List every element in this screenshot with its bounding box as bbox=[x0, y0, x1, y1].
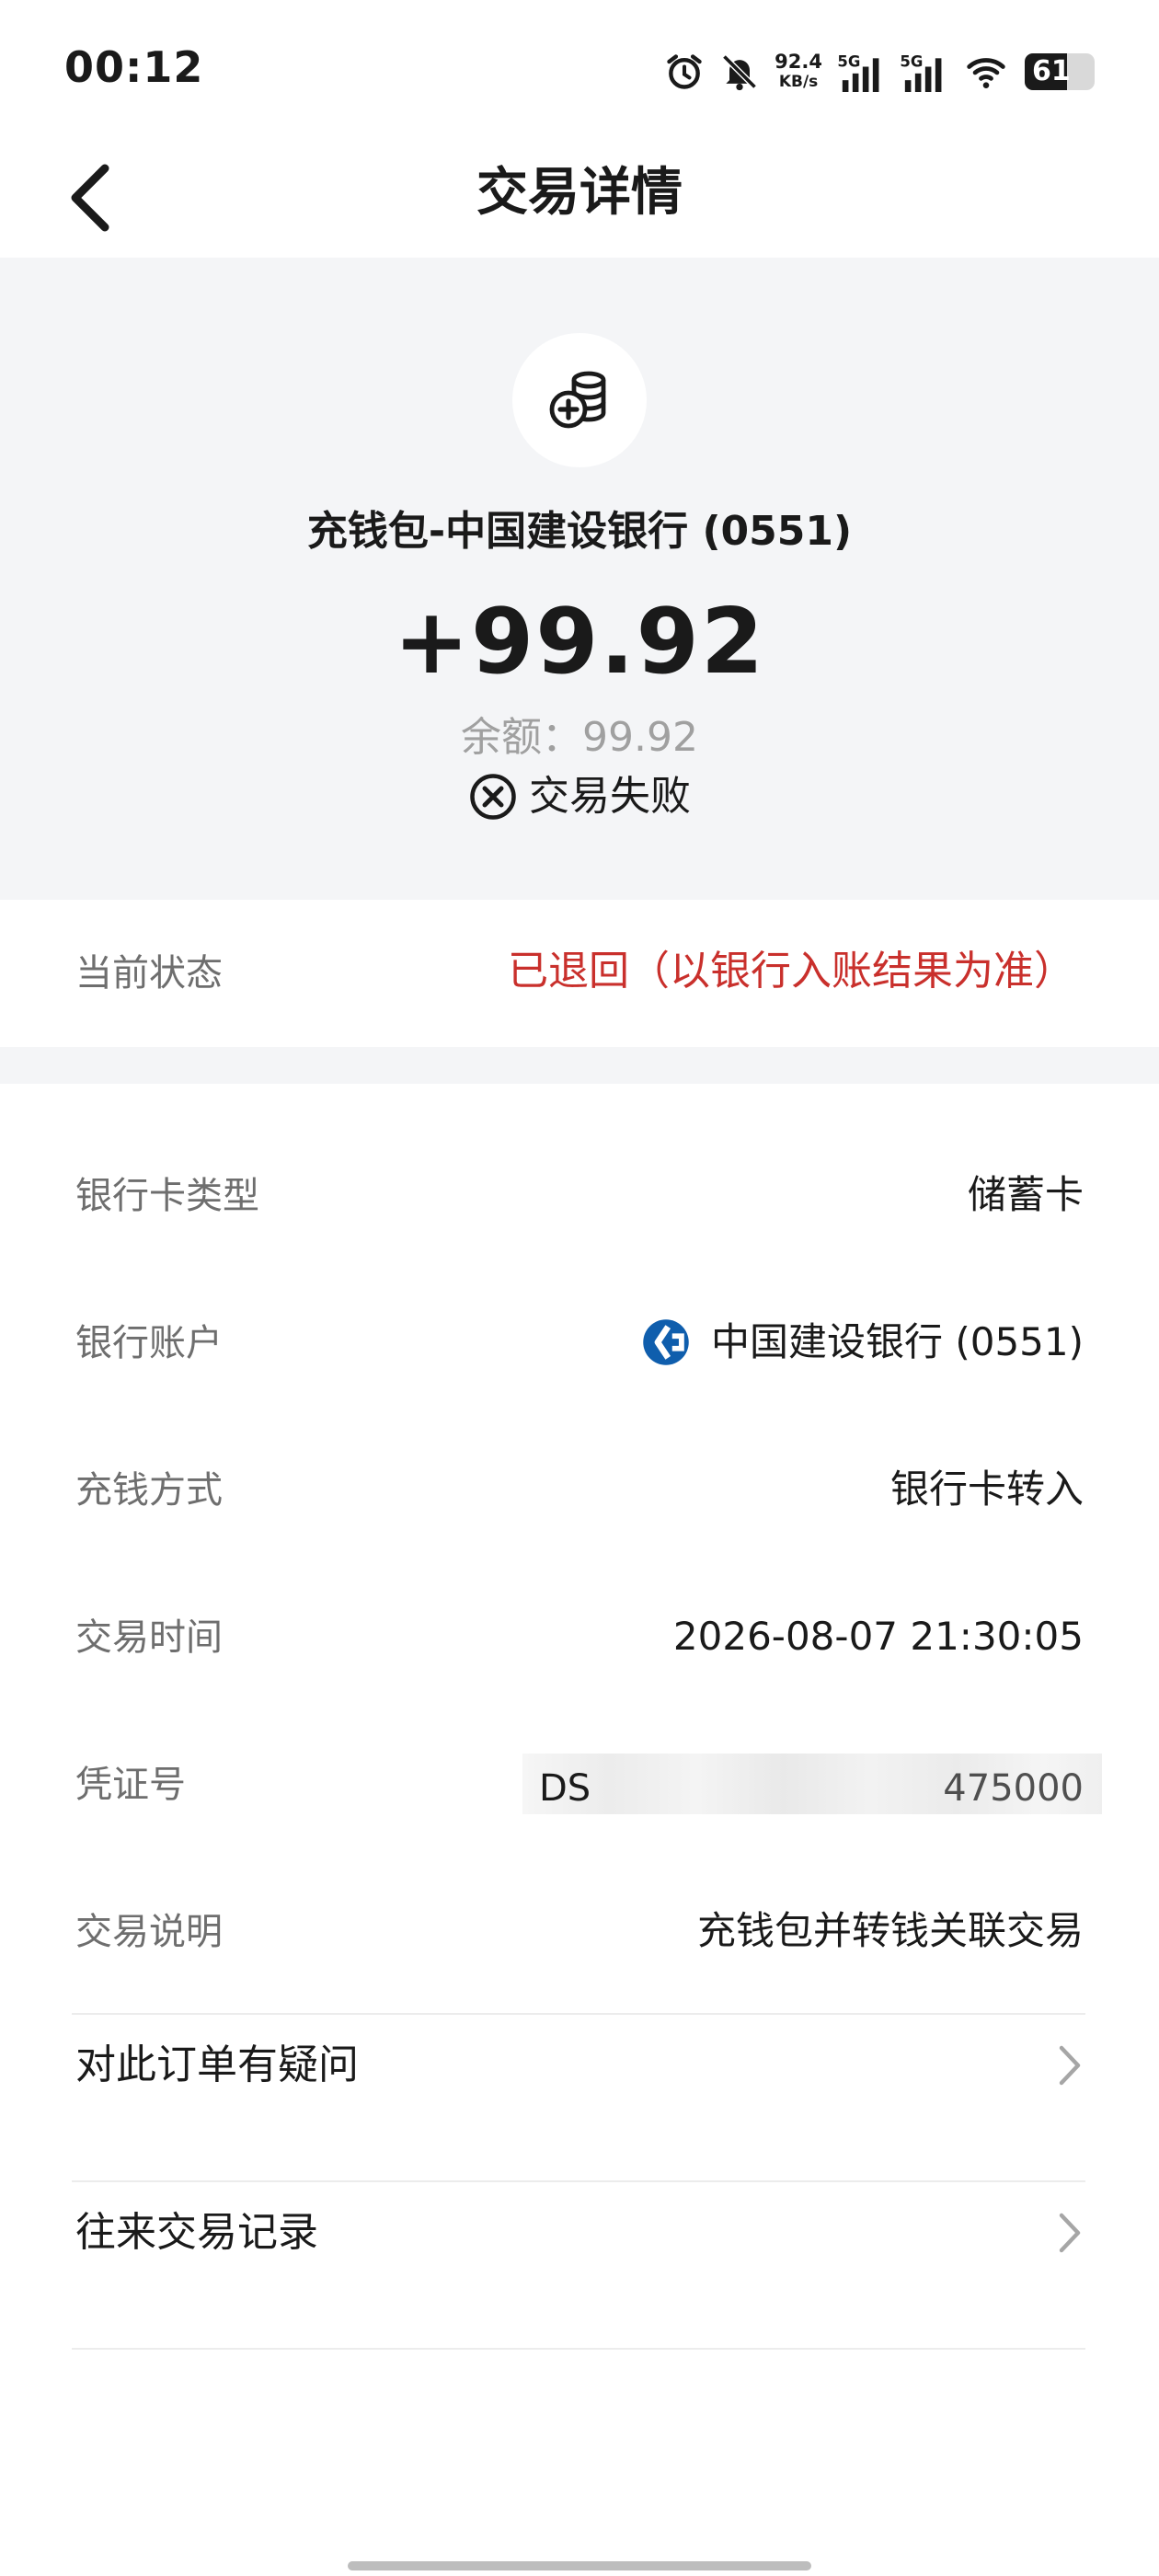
signal-label: 5G bbox=[837, 53, 860, 71]
detail-value: 2026-08-07 21:30:05 bbox=[673, 1608, 1084, 1665]
current-status-value: 已退回（以银行入账结果为准） bbox=[508, 948, 1074, 995]
detail-label: 凭证号 bbox=[75, 1764, 186, 1806]
transaction-summary: 充钱包-中国建设银行 (0551) +99.92 余额：99.92 交易失败 bbox=[0, 258, 1159, 900]
transaction-status: 交易失败 bbox=[0, 769, 1159, 824]
bell-muted-icon bbox=[722, 54, 757, 91]
transaction-title: 充钱包-中国建设银行 (0551) bbox=[306, 508, 853, 555]
status-bar: 00:12 92.4 KB/s 5G 5G 61 bbox=[0, 0, 1159, 138]
network-speed: 92.4 KB/s bbox=[775, 52, 822, 92]
alarm-icon bbox=[667, 54, 702, 89]
divider bbox=[72, 2348, 1085, 2350]
card-type-value: 储蓄卡 bbox=[967, 1172, 1084, 1217]
detail-label: 交易说明 bbox=[75, 1911, 223, 1953]
time-value: 2026-08-07 21:30:05 bbox=[672, 1614, 1084, 1659]
network-speed-value: 92.4 bbox=[775, 51, 822, 73]
description-value: 充钱包并转钱关联交易 bbox=[696, 1908, 1084, 1953]
network-speed-unit: KB/s bbox=[778, 73, 819, 91]
transaction-type-badge bbox=[512, 333, 647, 467]
detail-row-card-type: 银行卡类型 储蓄卡 bbox=[0, 1159, 1159, 1233]
page-title: 交易详情 bbox=[476, 163, 683, 223]
detail-value: 充钱包并转钱关联交易 bbox=[697, 1903, 1084, 1960]
signal-label: 5G bbox=[900, 53, 923, 71]
detail-value: 储蓄卡 bbox=[968, 1167, 1084, 1224]
battery-icon: 61 bbox=[1025, 53, 1095, 90]
voucher-fragment: 475000 bbox=[943, 1767, 1084, 1810]
method-value: 银行卡转入 bbox=[889, 1466, 1084, 1512]
signal-icon: 5G bbox=[900, 53, 942, 92]
status-icons: 92.4 KB/s 5G 5G 61 bbox=[664, 46, 1095, 98]
current-status-row: 当前状态 已退回（以银行入账结果为准） bbox=[0, 900, 1159, 1047]
detail-label: 银行卡类型 bbox=[75, 1175, 259, 1217]
status-time: 00:12 bbox=[64, 42, 204, 92]
ccb-bank-logo bbox=[643, 1319, 689, 1365]
voucher-fragment: DS bbox=[539, 1767, 591, 1810]
coins-plus-icon bbox=[549, 371, 606, 429]
chevron-right-icon bbox=[1059, 2045, 1081, 2086]
transaction-status-text: 交易失败 bbox=[529, 773, 691, 820]
balance-text: 余额：99.92 bbox=[461, 714, 698, 761]
link-label: 往来交易记录 bbox=[75, 2209, 318, 2256]
transaction-history-link[interactable]: 往来交易记录 bbox=[0, 2182, 1159, 2283]
detail-value: 银行卡转入 bbox=[890, 1461, 1084, 1518]
detail-row-time: 交易时间 2026-08-07 21:30:05 bbox=[0, 1601, 1159, 1674]
voucher-value-redacted: DS 475000 bbox=[522, 1754, 1102, 1814]
detail-row-bank-account: 银行账户 中国建设银行 (0551) bbox=[0, 1306, 1159, 1380]
detail-label: 充钱方式 bbox=[75, 1469, 223, 1512]
section-divider bbox=[0, 1047, 1159, 1084]
link-label: 对此订单有疑问 bbox=[75, 2041, 359, 2088]
detail-row-voucher: 凭证号 DS 475000 bbox=[0, 1748, 1159, 1822]
detail-row-method: 充钱方式 银行卡转入 bbox=[0, 1454, 1159, 1527]
detail-value: 中国建设银行 (0551) bbox=[641, 1314, 1084, 1371]
chevron-right-icon bbox=[1059, 2213, 1081, 2253]
wifi-icon bbox=[967, 58, 1005, 88]
battery-level: 61 bbox=[1032, 55, 1071, 87]
detail-label: 银行账户 bbox=[75, 1322, 223, 1364]
nav-bar: 交易详情 bbox=[0, 138, 1159, 258]
transaction-amount: +99.92 bbox=[393, 590, 766, 695]
current-status-label: 当前状态 bbox=[75, 952, 223, 995]
signal-icon: 5G bbox=[837, 53, 879, 92]
order-question-link[interactable]: 对此订单有疑问 bbox=[0, 2015, 1159, 2116]
detail-row-description: 交易说明 充钱包并转钱关联交易 bbox=[0, 1895, 1159, 1969]
bank-account-value: 中国建设银行 (0551) bbox=[710, 1319, 1084, 1364]
detail-label: 交易时间 bbox=[75, 1616, 223, 1659]
circle-x-icon bbox=[470, 774, 516, 820]
home-indicator[interactable] bbox=[348, 2561, 811, 2570]
